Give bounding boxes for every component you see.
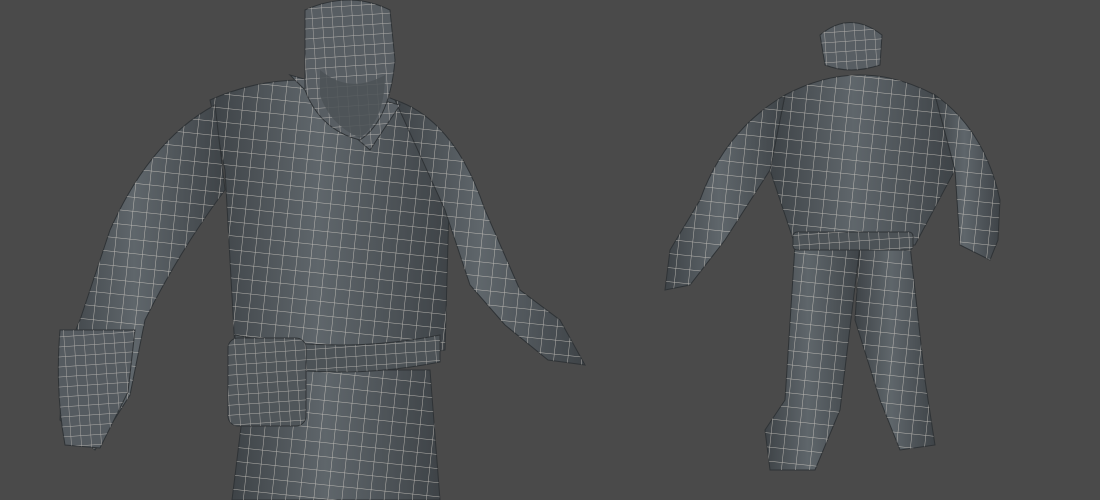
scene-canvas	[57, 0, 1001, 500]
character-back-view	[664, 22, 1001, 471]
character-front-view	[57, 0, 586, 500]
3d-viewport	[0, 0, 1100, 500]
